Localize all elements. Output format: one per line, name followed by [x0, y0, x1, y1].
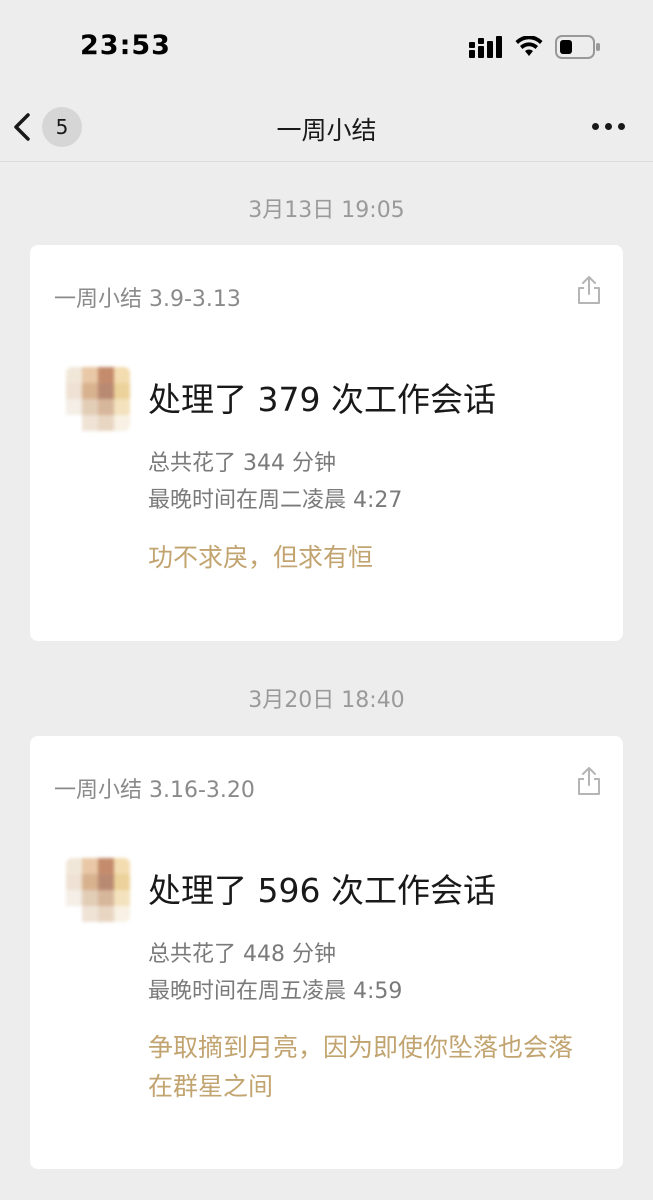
- summary-headline: 处理了 379 次工作会话: [148, 380, 496, 419]
- nav-bar: 5 一周小结: [0, 95, 653, 162]
- share-icon[interactable]: [577, 275, 601, 305]
- latest-time: 最晚时间在周五凌晨 4:59: [148, 979, 403, 1004]
- message-timestamp: 3月13日 19:05: [248, 198, 405, 223]
- message-timestamp: 3月20日 18:40: [248, 688, 405, 713]
- summary-card[interactable]: 一周小结 3.16-3.20 处理了 596 次工作会话 总共花了 448 分钟…: [30, 736, 623, 1169]
- motto-text: 功不求戾，但求有恒: [148, 543, 374, 572]
- summary-headline: 处理了 596 次工作会话: [148, 871, 496, 910]
- page-title: 一周小结: [276, 116, 377, 145]
- status-time: 23:53: [80, 30, 171, 61]
- card-header: 一周小结 3.16-3.20: [54, 778, 255, 803]
- card-header: 一周小结 3.9-3.13: [54, 287, 241, 312]
- status-bar: 23:53: [0, 0, 653, 95]
- motto-text: 争取摘到月亮，因为即使你坠落也会落在群星之间: [148, 1033, 574, 1101]
- more-dots-icon[interactable]: [592, 123, 625, 130]
- avatar: [66, 858, 130, 922]
- avatar: [66, 367, 130, 431]
- wifi-icon: [515, 36, 543, 56]
- share-icon[interactable]: [577, 766, 601, 796]
- battery-icon: [555, 35, 600, 59]
- status-icons: [469, 34, 601, 60]
- latest-time: 最晚时间在周二凌晨 4:27: [148, 488, 403, 513]
- summary-card[interactable]: 一周小结 3.9-3.13 处理了 379 次工作会话 总共花了 344 分钟 …: [30, 245, 623, 641]
- total-time: 总共花了 344 分钟: [148, 451, 336, 476]
- total-time: 总共花了 448 分钟: [148, 942, 336, 967]
- signal-icon: [469, 36, 502, 58]
